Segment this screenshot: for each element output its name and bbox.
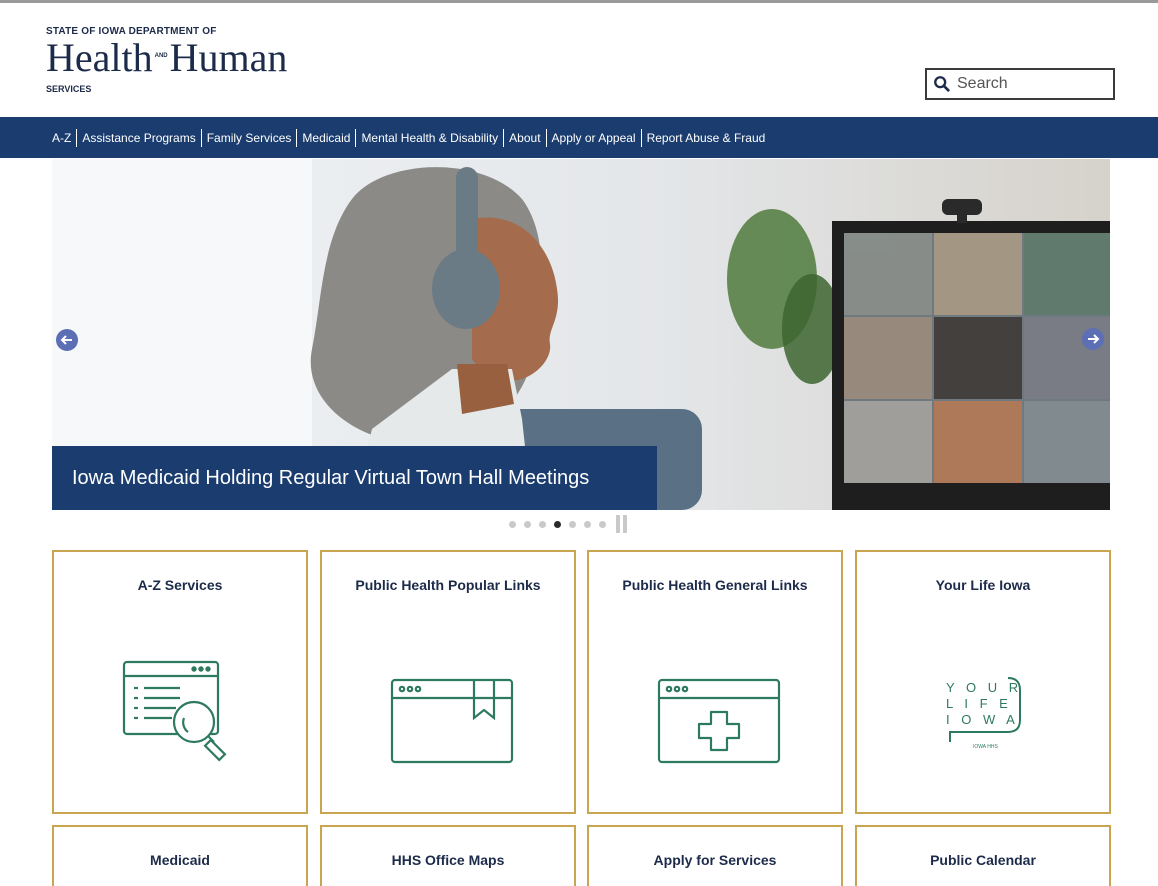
search-box[interactable] [925,68,1115,100]
carousel-next-button[interactable] [1082,328,1104,350]
search-icon [934,76,950,92]
logo-and: AND [154,52,168,59]
card-title: Your Life Iowa [935,577,1031,593]
card-title: Public Health Popular Links [355,577,541,593]
nav-item-assistance-programs[interactable]: Assistance Programs [76,128,200,147]
card-medicaid[interactable]: Medicaid [52,825,308,886]
logo-wordmark: Health ANDHuman [46,38,287,82]
carousel-pause-button[interactable] [616,515,630,533]
card-a-z-services[interactable]: A-Z Services [52,550,308,814]
main-nav: A-Z Assistance Programs Family Services … [0,117,1158,158]
card-title: HHS Office Maps [391,852,505,868]
carousel-dot-3[interactable] [539,520,546,528]
browser-medical-cross-icon [657,678,781,764]
svg-text:L I F E: L I F E [946,696,1012,711]
nav-item-a-z[interactable]: A-Z [52,129,76,147]
nav-item-report-abuse-fraud[interactable]: Report Abuse & Fraud [640,128,771,147]
document-search-icon [122,660,227,762]
card-apply-for-services[interactable]: Apply for Services [587,825,843,886]
svg-text:Y O U R: Y O U R [946,680,1022,695]
carousel-dot-1[interactable] [509,520,516,528]
nav-item-mental-health-disability[interactable]: Mental Health & Disability [355,128,503,147]
card-title: A-Z Services [137,577,223,593]
card-your-life-iowa[interactable]: Your Life Iowa Y O U R L I F E I O W A I… [855,550,1111,814]
arrow-right-icon [1088,334,1100,344]
card-title: Medicaid [150,852,210,868]
carousel-dot-5[interactable] [569,520,576,528]
nav-item-apply-or-appeal[interactable]: Apply or Appeal [545,128,641,147]
carousel-dot-4[interactable] [554,520,561,528]
carousel-prev-button[interactable] [56,329,78,351]
nav-item-medicaid[interactable]: Medicaid [296,128,355,147]
carousel-indicators [509,515,630,533]
your-life-iowa-logo: Y O U R L I F E I O W A IOWA HHS [946,677,1022,750]
card-public-health-popular-links[interactable]: Public Health Popular Links [320,550,576,814]
carousel-dot-7[interactable] [599,520,606,528]
carousel-caption[interactable]: Iowa Medicaid Holding Regular Virtual To… [52,446,657,510]
browser-bookmark-icon [390,678,514,764]
card-hhs-office-maps[interactable]: HHS Office Maps [320,825,576,886]
card-title: Apply for Services [653,852,777,868]
site-logo[interactable]: STATE OF IOWA DEPARTMENT OF Health ANDHum… [46,26,287,94]
card-public-health-general-links[interactable]: Public Health General Links [587,550,843,814]
logo-health: Health [46,35,153,80]
carousel-dot-6[interactable] [584,520,591,528]
svg-text:I O W A: I O W A [946,712,1019,727]
card-public-calendar[interactable]: Public Calendar [855,825,1111,886]
arrow-left-icon [60,335,72,345]
svg-text:IOWA HHS: IOWA HHS [973,744,998,750]
logo-services-line: SERVICES [46,83,92,94]
carousel-dot-2[interactable] [524,520,531,528]
nav-item-family-services[interactable]: Family Services [200,128,297,147]
top-border [0,0,1158,3]
nav-item-about[interactable]: About [503,128,545,147]
logo-human: Human [169,35,288,80]
card-title: Public Health General Links [622,577,808,593]
search-input[interactable] [957,75,1107,93]
card-title: Public Calendar [930,852,1036,868]
